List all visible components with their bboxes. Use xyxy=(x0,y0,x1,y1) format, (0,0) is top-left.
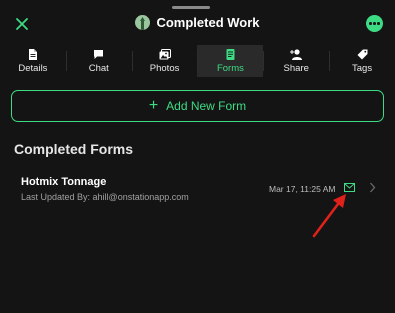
tab-forms[interactable]: Forms xyxy=(197,45,264,77)
section-title: Completed Forms xyxy=(14,141,134,157)
tag-icon xyxy=(357,49,368,59)
add-new-form-label: Add New Form xyxy=(166,99,247,113)
tab-share[interactable]: Share xyxy=(263,45,329,77)
title-group: Completed Work xyxy=(0,15,395,30)
more-icon xyxy=(369,22,372,25)
form-name: Hotmix Tonnage xyxy=(21,176,107,188)
chevron-right-icon[interactable] xyxy=(369,182,376,193)
tab-tags[interactable]: Tags xyxy=(329,45,395,77)
email-icon[interactable] xyxy=(344,183,355,192)
tab-chat[interactable]: Chat xyxy=(65,45,132,77)
header: Completed Work xyxy=(0,10,395,40)
add-new-form-button[interactable]: + Add New Form xyxy=(11,90,384,122)
document-icon xyxy=(28,48,37,60)
plus-icon: + xyxy=(148,97,159,114)
annotation-arrow xyxy=(312,194,346,238)
tab-details[interactable]: Details xyxy=(0,45,66,77)
tab-label: Share xyxy=(283,62,309,74)
more-options-button[interactable] xyxy=(366,15,383,32)
tab-label: Details xyxy=(18,62,48,74)
tab-label: Tags xyxy=(352,62,373,74)
drag-handle[interactable] xyxy=(172,6,210,9)
form-updated-by: Last Updated By: ahill@onstationapp.com xyxy=(21,192,189,202)
tab-bar: Details Chat Photos Forms Share Tags xyxy=(0,45,395,77)
completed-work-sheet: Completed Work Details Chat Photos Forms… xyxy=(0,0,395,313)
tab-label: Chat xyxy=(88,62,109,74)
add-person-icon xyxy=(289,48,302,60)
project-avatar xyxy=(135,15,151,30)
page-title: Completed Work xyxy=(156,15,260,30)
chat-bubble-icon xyxy=(94,49,104,59)
tab-label: Forms xyxy=(216,62,244,74)
tab-label: Photos xyxy=(149,62,180,74)
photos-icon xyxy=(159,48,171,59)
tab-photos[interactable]: Photos xyxy=(131,45,198,77)
form-icon xyxy=(226,48,235,60)
